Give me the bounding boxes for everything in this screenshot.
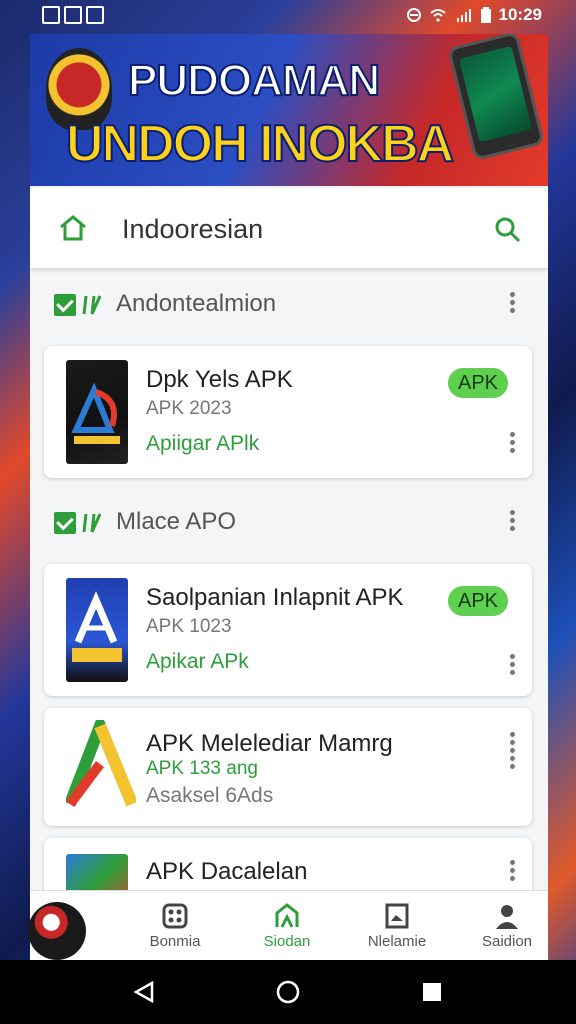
- app-version: APK 133 ang: [146, 758, 258, 779]
- bottom-navigation: Bonmia Siodan Nlelamie Saidion: [30, 890, 548, 960]
- status-bar: 10:29: [0, 0, 576, 32]
- do-not-disturb-icon: [406, 8, 421, 22]
- banner-title-line1: PUDOAMAN: [127, 55, 381, 106]
- section-header: Andontealmion: [30, 286, 548, 326]
- category-icon: [82, 295, 102, 315]
- nav-label: Saidion: [481, 933, 533, 950]
- banner-title-line2: UNDOH INOKBA: [65, 114, 455, 174]
- search-icon[interactable]: [494, 216, 522, 244]
- app-thumbnail: [66, 360, 128, 464]
- notification-icon: [64, 6, 82, 24]
- search-bar[interactable]: Indooresian: [30, 188, 548, 268]
- search-query[interactable]: Indooresian: [122, 214, 263, 245]
- notification-icon: [42, 6, 60, 24]
- nav-item-siodan[interactable]: Siodan: [242, 903, 332, 951]
- more-options-icon[interactable]: [510, 654, 516, 676]
- app-list-item[interactable]: Saolpanian Inlapnit APK APK 1023 Apikar …: [44, 564, 532, 696]
- battery-icon: [480, 7, 491, 23]
- store-icon: [275, 903, 299, 928]
- profile-icon: [496, 905, 518, 929]
- app-list-item[interactable]: Dpk Yels APK APK 2023 Apiigar APlk APK: [44, 346, 532, 478]
- checkbox-checked-icon[interactable]: [54, 512, 76, 534]
- app-name[interactable]: APK Melelediar Mamrg: [146, 730, 393, 758]
- apk-badge[interactable]: APK: [448, 368, 508, 398]
- home-circle-icon[interactable]: [276, 980, 300, 1004]
- back-icon[interactable]: [132, 980, 156, 1004]
- more-options-icon[interactable]: [510, 732, 516, 769]
- nav-label: Nlelamie: [367, 933, 427, 950]
- nav-item-bonmia[interactable]: Bonmia: [130, 903, 220, 951]
- app-version: APK 1023: [146, 616, 232, 637]
- apk-badge[interactable]: APK: [448, 586, 508, 616]
- app-name[interactable]: Saolpanian Inlapnit APK: [146, 584, 404, 612]
- section-header: Mlace APO: [30, 504, 548, 544]
- section-title: Andontealmion: [116, 290, 277, 317]
- nav-label: Siodan: [263, 933, 311, 950]
- notification-icons: [42, 6, 104, 24]
- app-thumbnail: [66, 578, 128, 682]
- app-name[interactable]: Dpk Yels APK: [146, 366, 293, 394]
- app-list-item[interactable]: APK Melelediar Mamrg APK 133 ang Asaksel…: [44, 708, 532, 826]
- more-options-icon[interactable]: [510, 292, 516, 314]
- app-download-link[interactable]: Apiigar APlk: [146, 432, 259, 456]
- notification-icon: [86, 6, 104, 24]
- nav-item-nlelamie[interactable]: Nlelamie: [352, 903, 442, 951]
- signal-icon: [456, 9, 471, 22]
- nav-label: Bonmia: [149, 933, 201, 950]
- app-version: APK 2023: [146, 398, 232, 419]
- app-download-link[interactable]: Apikar APk: [146, 650, 249, 674]
- header-banner: PUDOAMAN UNDOH INOKBA: [30, 34, 548, 186]
- more-options-icon[interactable]: [510, 432, 516, 454]
- more-options-icon[interactable]: [510, 860, 516, 882]
- category-icon: [82, 513, 102, 533]
- wifi-icon: [429, 9, 446, 22]
- grid-icon: [162, 903, 188, 929]
- avatar[interactable]: [28, 902, 86, 960]
- nav-item-saidion[interactable]: Saidion: [462, 903, 548, 951]
- more-options-icon[interactable]: [510, 510, 516, 532]
- status-time: 10:29: [498, 5, 542, 24]
- image-frame-icon: [385, 903, 409, 929]
- app-thumbnail: [64, 709, 138, 808]
- app-window: PUDOAMAN UNDOH INOKBA Indooresian Andont…: [30, 34, 548, 960]
- system-navigation-bar: [0, 960, 576, 1024]
- checkbox-checked-icon[interactable]: [54, 294, 76, 316]
- app-download-link[interactable]: Asaksel 6Ads: [146, 784, 273, 808]
- section-title: Mlace APO: [116, 508, 237, 535]
- home-icon[interactable]: [58, 214, 88, 242]
- phone-illustration: [447, 34, 545, 161]
- app-name[interactable]: APK Dacalelan: [146, 858, 307, 886]
- recents-square-icon[interactable]: [420, 980, 444, 1004]
